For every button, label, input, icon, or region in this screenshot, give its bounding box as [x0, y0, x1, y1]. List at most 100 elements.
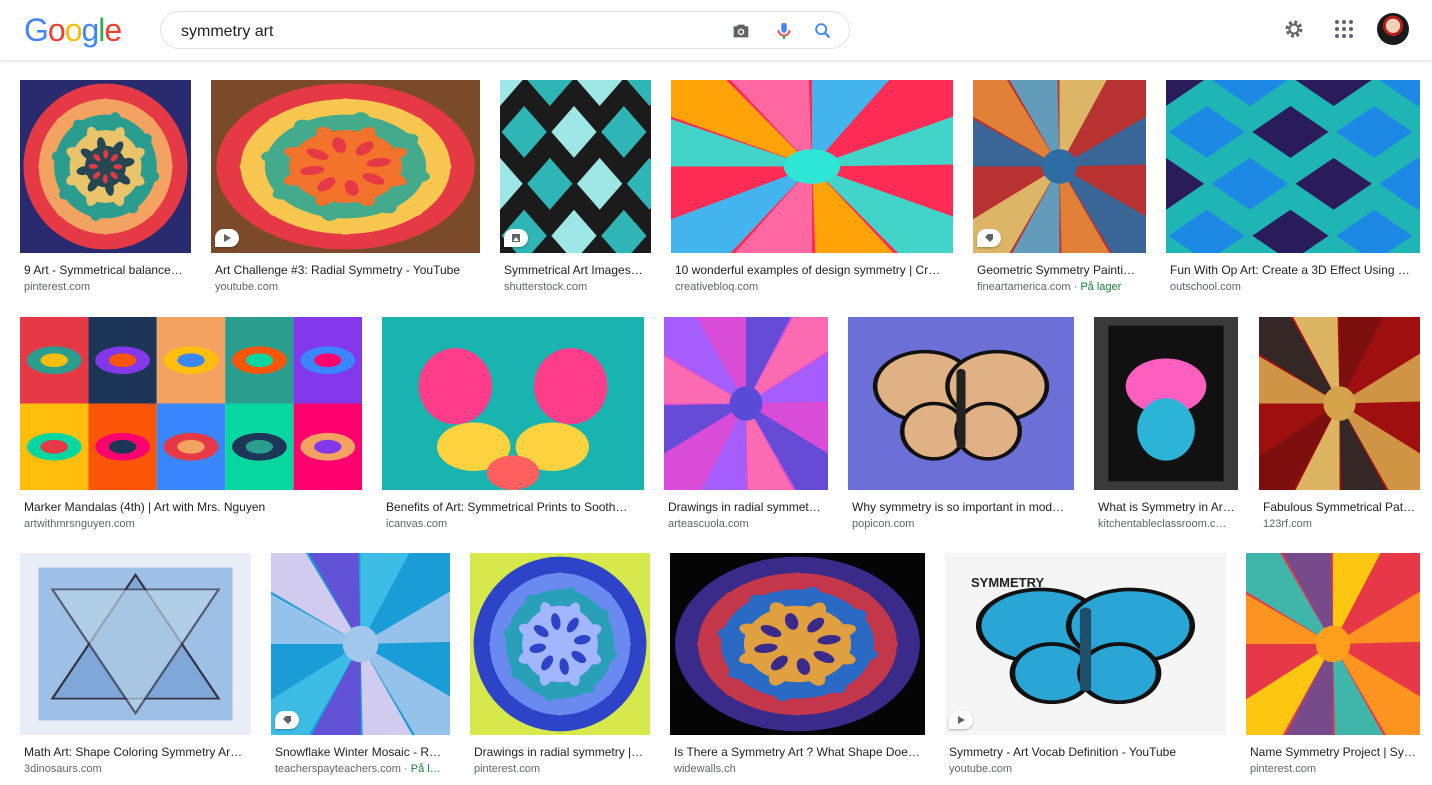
result-title[interactable]: What is Symmetry in Ar…: [1098, 500, 1236, 514]
image-result[interactable]: Benefits of Art: Symmetrical Prints to S…: [382, 317, 644, 540]
result-domain: creativebloq.com: [675, 281, 951, 293]
result-domain: arteascuola.com: [668, 518, 826, 530]
image-icon: [504, 229, 528, 247]
result-title[interactable]: Marker Mandalas (4th) | Art with Mrs. Ng…: [24, 500, 360, 514]
image-result[interactable]: Geometric Symmetry Painti… fineartamerica…: [973, 80, 1146, 303]
result-title[interactable]: Drawings in radial symmet…: [668, 500, 826, 514]
image-result[interactable]: SYMMETRY Symmetry - Art Vocab Definition …: [945, 553, 1226, 785]
domain-text: 123rf.com: [1263, 518, 1312, 530]
image-result[interactable]: What is Symmetry in Ar… kitchentableclass…: [1094, 317, 1238, 540]
camera-icon[interactable]: [730, 20, 752, 42]
image-result[interactable]: Why symmetry is so important in mod… popi…: [848, 317, 1074, 540]
thumbnail-caption: SYMMETRY: [971, 575, 1045, 590]
result-thumbnail[interactable]: [20, 553, 251, 735]
top-bar: Google: [0, 0, 1432, 61]
result-thumbnail[interactable]: [20, 317, 362, 490]
image-result[interactable]: Is There a Symmetry Art ? What Shape Doe…: [670, 553, 925, 785]
domain-text: widewalls.ch: [674, 763, 736, 775]
avatar[interactable]: [1377, 13, 1409, 45]
image-result[interactable]: Art Challenge #3: Radial Symmetry - YouT…: [211, 80, 480, 303]
domain-text: 3dinosaurs.com: [24, 763, 102, 775]
result-thumbnail[interactable]: [500, 80, 651, 253]
result-thumbnail[interactable]: [973, 80, 1146, 253]
image-result[interactable]: Marker Mandalas (4th) | Art with Mrs. Ng…: [20, 317, 362, 540]
image-result[interactable]: Symmetrical Art Images… shutterstock.com: [500, 80, 651, 303]
result-title[interactable]: Drawings in radial symmetry |…: [474, 745, 648, 759]
domain-text: artwithmrsnguyen.com: [24, 518, 135, 530]
domain-text: outschool.com: [1170, 281, 1241, 293]
result-title[interactable]: Art Challenge #3: Radial Symmetry - YouT…: [215, 263, 478, 277]
result-title[interactable]: Is There a Symmetry Art ? What Shape Doe…: [674, 745, 923, 759]
domain-text: teacherspayteachers.com: [275, 763, 401, 775]
result-domain: 123rf.com: [1263, 518, 1418, 530]
result-domain: youtube.com: [949, 763, 1224, 775]
result-title[interactable]: Snowflake Winter Mosaic - R…: [275, 745, 448, 759]
result-title[interactable]: Symmetry - Art Vocab Definition - YouTub…: [949, 745, 1224, 759]
play-icon: [215, 229, 239, 247]
mic-icon[interactable]: [773, 20, 795, 42]
result-domain: fineartamerica.com · På lager: [977, 281, 1122, 293]
result-title[interactable]: Symmetrical Art Images…: [504, 263, 649, 277]
domain-text: arteascuola.com: [668, 518, 749, 530]
result-thumbnail[interactable]: [20, 80, 191, 253]
image-result[interactable]: 9 Art - Symmetrical balance… pinterest.co…: [20, 80, 191, 303]
image-result[interactable]: Fabulous Symmetrical Pat… 123rf.com: [1259, 317, 1420, 540]
result-domain: shutterstock.com: [504, 281, 649, 293]
play-icon: [949, 711, 973, 729]
google-logo[interactable]: Google: [24, 12, 122, 49]
apps-icon[interactable]: [1332, 17, 1356, 41]
image-result[interactable]: Snowflake Winter Mosaic - R… teacherspayt…: [271, 553, 450, 785]
result-title[interactable]: 9 Art - Symmetrical balance…: [24, 263, 189, 277]
image-result[interactable]: Math Art: Shape Coloring Symmetry Ar… 3di…: [20, 553, 251, 785]
tag-icon: [977, 229, 1001, 247]
result-domain: pinterest.com: [474, 763, 648, 775]
result-thumbnail[interactable]: [271, 553, 450, 735]
domain-text: fineartamerica.com: [977, 281, 1071, 293]
result-thumbnail[interactable]: [670, 553, 925, 735]
tag-icon: [275, 711, 299, 729]
result-title[interactable]: Math Art: Shape Coloring Symmetry Ar…: [24, 745, 249, 759]
image-result[interactable]: Name Symmetry Project | Sy… pinterest.com: [1246, 553, 1420, 785]
result-thumbnail[interactable]: [1094, 317, 1238, 490]
search-input[interactable]: [179, 20, 703, 44]
image-result[interactable]: Drawings in radial symmetry |… pinterest.…: [470, 553, 650, 785]
result-thumbnail[interactable]: [382, 317, 644, 490]
result-thumbnail[interactable]: [211, 80, 480, 253]
result-domain: kitchentableclassroom.c…: [1098, 518, 1236, 530]
domain-text: youtube.com: [949, 763, 1012, 775]
domain-text: popicon.com: [852, 518, 915, 530]
domain-text: youtube.com: [215, 281, 278, 293]
domain-text: pinterest.com: [474, 763, 541, 775]
result-thumbnail[interactable]: [1246, 553, 1420, 735]
domain-text: creativebloq.com: [675, 281, 759, 293]
image-result[interactable]: Fun With Op Art: Create a 3D Effect Usin…: [1166, 80, 1420, 303]
result-title[interactable]: Geometric Symmetry Painti…: [977, 263, 1144, 277]
image-result[interactable]: Drawings in radial symmet… arteascuola.co…: [664, 317, 828, 540]
result-domain: youtube.com: [215, 281, 478, 293]
result-thumbnail[interactable]: [470, 553, 650, 735]
domain-text: icanvas.com: [386, 518, 448, 530]
result-domain: artwithmrsnguyen.com: [24, 518, 360, 530]
result-thumbnail[interactable]: [664, 317, 828, 490]
result-title[interactable]: Name Symmetry Project | Sy…: [1250, 745, 1418, 759]
stock-status: På lager: [1080, 281, 1122, 293]
result-title[interactable]: Benefits of Art: Symmetrical Prints to S…: [386, 500, 642, 514]
result-thumbnail[interactable]: [1259, 317, 1420, 490]
result-thumbnail[interactable]: [671, 80, 953, 253]
domain-text: pinterest.com: [1250, 763, 1317, 775]
domain-text: pinterest.com: [24, 281, 91, 293]
gear-icon[interactable]: [1282, 17, 1306, 41]
result-domain: teacherspayteachers.com · På l…: [275, 763, 441, 775]
result-domain: outschool.com: [1170, 281, 1418, 293]
result-title[interactable]: 10 wonderful examples of design symmetry…: [675, 263, 951, 277]
result-domain: icanvas.com: [386, 518, 642, 530]
search-icon[interactable]: [812, 20, 834, 42]
domain-text: shutterstock.com: [504, 281, 588, 293]
result-title[interactable]: Fabulous Symmetrical Pat…: [1263, 500, 1418, 514]
result-title[interactable]: Fun With Op Art: Create a 3D Effect Usin…: [1170, 263, 1418, 277]
result-title[interactable]: Why symmetry is so important in mod…: [852, 500, 1072, 514]
result-thumbnail[interactable]: [848, 317, 1074, 490]
result-domain: pinterest.com: [24, 281, 189, 293]
result-thumbnail[interactable]: [1166, 80, 1420, 253]
image-result[interactable]: 10 wonderful examples of design symmetry…: [671, 80, 953, 303]
